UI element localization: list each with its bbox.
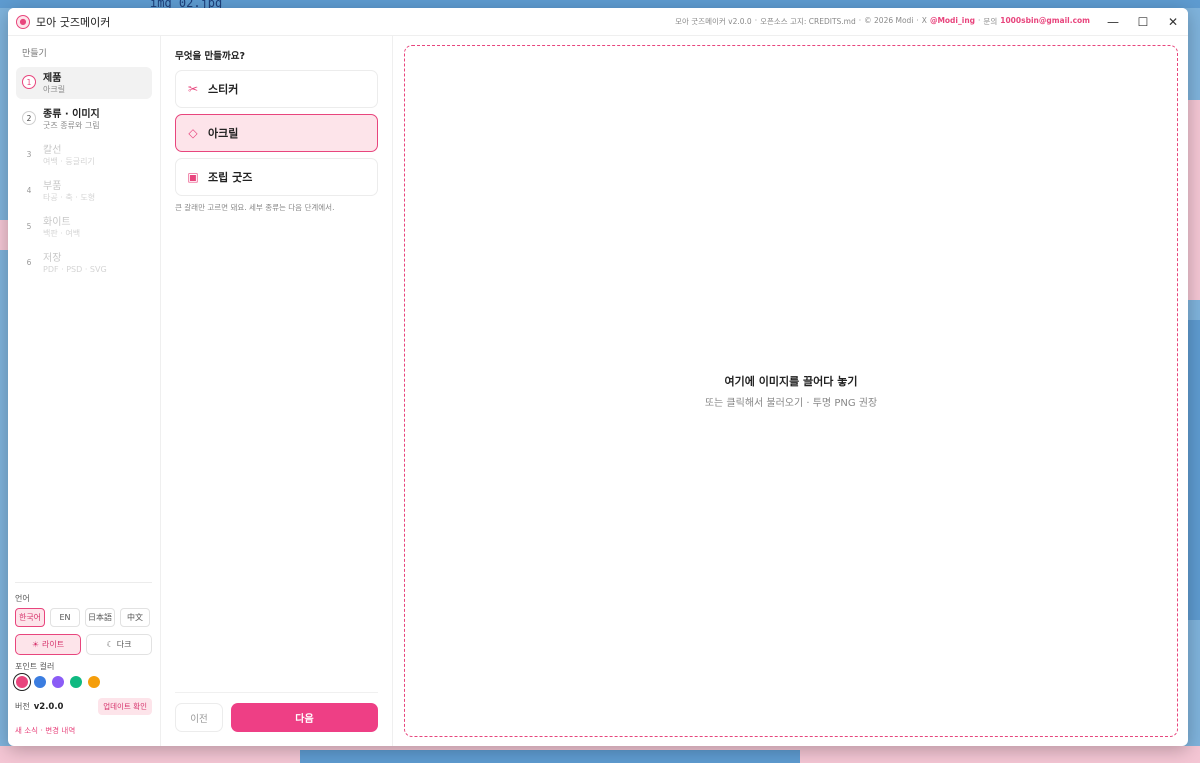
option-sticker[interactable]: ✂ 스티커 <box>175 70 378 108</box>
app-logo-icon: ● <box>16 14 30 29</box>
image-dropzone[interactable]: 여기에 이미지를 끌어다 놓기 또는 클릭해서 불러오기 · 투명 PNG 권장 <box>404 45 1178 737</box>
meta-separator: · <box>858 16 862 25</box>
theme-light-label: 라이트 <box>42 640 65 649</box>
sidebar-settings: 언어 한국어 EN 日本語 中文 ☀ 라이트 ☾ 다크 포인트 컬러 버전 v2… <box>15 582 152 736</box>
option-acrylic[interactable]: ◇ 아크릴 <box>175 114 378 152</box>
step-title: 칼선 <box>43 145 62 156</box>
step-number: 4 <box>26 185 32 195</box>
option-label: 조립 굿즈 <box>208 171 253 184</box>
color-swatch-green[interactable] <box>70 676 82 688</box>
color-swatch-blue[interactable] <box>34 676 46 688</box>
version-row: 버전 v2.0.0 업데이트 확인 <box>15 698 152 715</box>
close-button[interactable]: ✕ <box>1158 8 1188 36</box>
step-subtitle: PDF · PSD · SVG <box>43 265 107 274</box>
language-korean-button[interactable]: 한국어 <box>15 608 45 627</box>
dropzone-title: 여기에 이미지를 끌어다 놓기 <box>724 375 858 388</box>
canvas-area: 여기에 이미지를 끌어다 놓기 또는 클릭해서 불러오기 · 투명 PNG 권장 <box>393 36 1188 746</box>
meta-license-link[interactable]: 오픈소스 고지: CREDITS.md <box>760 16 856 27</box>
sidebar-heading: 만들기 <box>22 49 47 59</box>
step-number: 2 <box>22 111 36 125</box>
meta-x-label: X <box>921 16 927 25</box>
theme-selector: ☀ 라이트 ☾ 다크 <box>15 634 152 655</box>
title-meta: 모아 굿즈메이커 v2.0.0 · 오픈소스 고지: CREDITS.md · … <box>675 16 1090 27</box>
color-swatch-purple[interactable] <box>52 676 64 688</box>
app-content: 만들기 1 제품 아크릴 2 종류 · 이미지 굿즈 종류와 그림 3 칼선 여… <box>8 36 1188 746</box>
meta-email-link[interactable]: 1000sbin@gmail.com <box>1000 16 1090 27</box>
theme-light-button[interactable]: ☀ 라이트 <box>15 634 81 655</box>
step-save: 6 저장 PDF · PSD · SVG <box>16 247 152 279</box>
meta-separator: · <box>754 16 758 25</box>
step-title: 부품 <box>43 181 62 192</box>
step-subtitle: 여백 · 둥글리기 <box>43 157 95 166</box>
step-title: 제품 <box>43 73 62 84</box>
language-label: 언어 <box>15 594 30 603</box>
meta-version: 모아 굿즈메이커 v2.0.0 <box>675 17 752 26</box>
panel-title: 무엇을 만들까요? <box>175 51 245 62</box>
sidebar: 만들기 1 제품 아크릴 2 종류 · 이미지 굿즈 종류와 그림 3 칼선 여… <box>8 36 161 746</box>
step-subtitle: 타공 · 축 · 도형 <box>43 193 96 202</box>
language-japanese-button[interactable]: 日本語 <box>85 608 115 627</box>
product-panel: 무엇을 만들까요? ✂ 스티커 ◇ 아크릴 ▣ 조립 굿즈 큰 갈래만 고르면 … <box>161 36 393 746</box>
step-title: 저장 <box>43 253 62 264</box>
panel-hint: 큰 갈래만 고르면 돼요. 세부 종류는 다음 단계에서. <box>175 203 335 212</box>
step-number: 3 <box>26 149 32 159</box>
step-subtitle: 굿즈 종류와 그림 <box>43 121 100 130</box>
step-title: 종류 · 이미지 <box>43 109 100 120</box>
color-swatch-pink[interactable] <box>16 676 28 688</box>
option-assembly-goods[interactable]: ▣ 조립 굿즈 <box>175 158 378 196</box>
version-value: v2.0.0 <box>33 701 64 712</box>
step-number: 6 <box>26 257 32 267</box>
step-number: 5 <box>26 221 32 231</box>
title-bar: ● 모아 굿즈메이커 모아 굿즈메이커 v2.0.0 · 오픈소스 고지: CR… <box>8 8 1188 36</box>
theme-dark-button[interactable]: ☾ 다크 <box>86 634 152 655</box>
option-label: 아크릴 <box>208 127 239 140</box>
language-selector: 한국어 EN 日本語 中文 <box>15 608 152 627</box>
color-swatch-orange[interactable] <box>88 676 100 688</box>
meta-separator: · <box>916 16 919 25</box>
point-color-selector <box>16 676 152 688</box>
sun-icon: ☀ <box>31 640 40 649</box>
moon-icon: ☾ <box>106 640 114 649</box>
scissors-icon: ✂ <box>187 82 199 96</box>
step-white: 5 화이트 백판 · 여백 <box>16 211 152 243</box>
step-number: 1 <box>22 75 36 89</box>
minimize-button[interactable]: — <box>1098 8 1128 36</box>
maximize-button[interactable]: ☐ <box>1128 8 1158 36</box>
step-cutline: 3 칼선 여백 · 둥글리기 <box>16 139 152 171</box>
version-label: 버전 <box>15 702 30 711</box>
meta-copyright: © 2026 Modi <box>864 16 914 25</box>
theme-dark-label: 다크 <box>116 640 132 649</box>
meta-contact-label: 문의 <box>983 17 998 26</box>
app-window: ● 모아 굿즈메이커 모아 굿즈메이커 v2.0.0 · 오픈소스 고지: CR… <box>8 8 1188 746</box>
option-label: 스티커 <box>208 83 239 96</box>
language-chinese-button[interactable]: 中文 <box>120 608 150 627</box>
step-subtitle: 백판 · 여백 <box>43 229 81 238</box>
next-button[interactable]: 다음 <box>231 703 378 732</box>
square-icon: ▣ <box>187 170 199 184</box>
news-changelog-link[interactable]: 새 소식 · 변경 내역 <box>15 725 152 736</box>
step-product[interactable]: 1 제품 아크릴 <box>16 67 152 99</box>
step-title: 화이트 <box>43 217 71 228</box>
dropzone-subtitle: 또는 클릭해서 불러오기 · 투명 PNG 권장 <box>704 398 878 409</box>
diamond-icon: ◇ <box>188 126 198 140</box>
step-parts: 4 부품 타공 · 축 · 도형 <box>16 175 152 207</box>
language-english-button[interactable]: EN <box>50 608 80 627</box>
app-title: 모아 굿즈메이커 <box>36 15 111 29</box>
step-type-image[interactable]: 2 종류 · 이미지 굿즈 종류와 그림 <box>16 103 152 135</box>
prev-button[interactable]: 이전 <box>175 703 223 732</box>
check-update-button[interactable]: 업데이트 확인 <box>98 698 152 715</box>
point-color-label: 포인트 컬러 <box>15 662 55 671</box>
panel-footer: 이전 다음 <box>175 692 378 732</box>
meta-separator: · <box>978 16 981 25</box>
step-subtitle: 아크릴 <box>43 85 66 94</box>
meta-x-handle-link[interactable]: @Modi_ing <box>930 16 975 27</box>
